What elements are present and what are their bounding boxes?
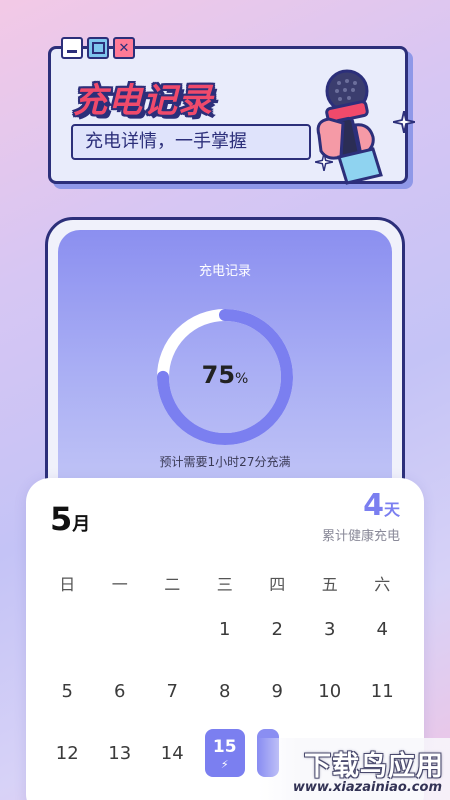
calendar-day[interactable]: 5 [41,681,94,702]
promo-banner: 充电记录 充电详情，一手掌握 [48,37,415,185]
calendar-day[interactable]: 13 [94,743,147,764]
charge-progress-ring: 75% [154,306,296,448]
calendar-day[interactable]: 14 [146,743,199,764]
calendar-day[interactable]: 11 [356,681,409,702]
sparkle-icon [315,153,333,171]
calendar-day[interactable]: 9 [251,681,304,702]
calendar-day[interactable]: 8 [199,681,252,702]
banner-subtitle: 充电详情，一手掌握 [71,124,311,160]
healthy-charge-summary: 4天 累计健康充电 [322,488,400,544]
weekday-label: 一 [111,575,128,594]
charge-percent-value: 75 [201,361,236,389]
calendar-day[interactable]: 7 [146,681,199,702]
weekday-label: 三 [216,575,233,594]
weekday-label: 五 [321,575,338,594]
calendar-week: 5 6 7 8 9 10 11 [41,660,409,722]
watermark: 下载鸟应用 www.xiazainiao.com [258,738,450,800]
calendar-day[interactable]: 1 [199,619,252,640]
weekday-header: 日 一 二 三 四 五 六 [41,568,409,598]
calendar-day[interactable]: 2 [251,619,304,640]
weekday-label: 六 [374,575,391,594]
charge-card-title: 充电记录 [198,264,251,279]
calendar-day[interactable]: 3 [304,619,357,640]
healthy-days-unit: 天 [383,500,400,519]
charge-estimate: 预计需要1小时27分充满 [159,455,291,469]
calendar-day-selected[interactable]: 15 ⚡ [199,729,252,777]
charge-percent: 75% [154,361,296,389]
weekday-label: 四 [269,575,286,594]
calendar-day[interactable]: 6 [94,681,147,702]
calendar-day[interactable]: 12 [41,743,94,764]
sparkle-icon [393,111,415,133]
maximize-icon [87,37,109,59]
healthy-days-label: 累计健康充电 [321,529,400,544]
close-icon [113,37,135,59]
minimize-icon [61,37,83,59]
calendar-day[interactable]: 4 [356,619,409,640]
month-unit: 月 [72,514,91,535]
bolt-icon: ⚡ [220,757,229,771]
selected-day-number: 15 [212,736,237,757]
weekday-label: 二 [164,575,181,594]
weekday-label: 日 [59,575,76,594]
banner-title: 充电记录 [73,81,213,121]
calendar-day[interactable]: 10 [304,681,357,702]
calendar-month: 5月 [50,500,90,538]
healthy-days-count: 4 [363,488,384,523]
watermark-title: 下载鸟应用 [304,751,444,782]
watermark-url: www.xiazainiao.com [292,780,442,795]
calendar-week: 1 2 3 4 [41,598,409,660]
charge-percent-unit: % [235,371,249,387]
month-number: 5 [50,500,73,538]
window-controls [61,37,135,59]
selected-day-box[interactable]: 15 ⚡ [204,729,245,777]
